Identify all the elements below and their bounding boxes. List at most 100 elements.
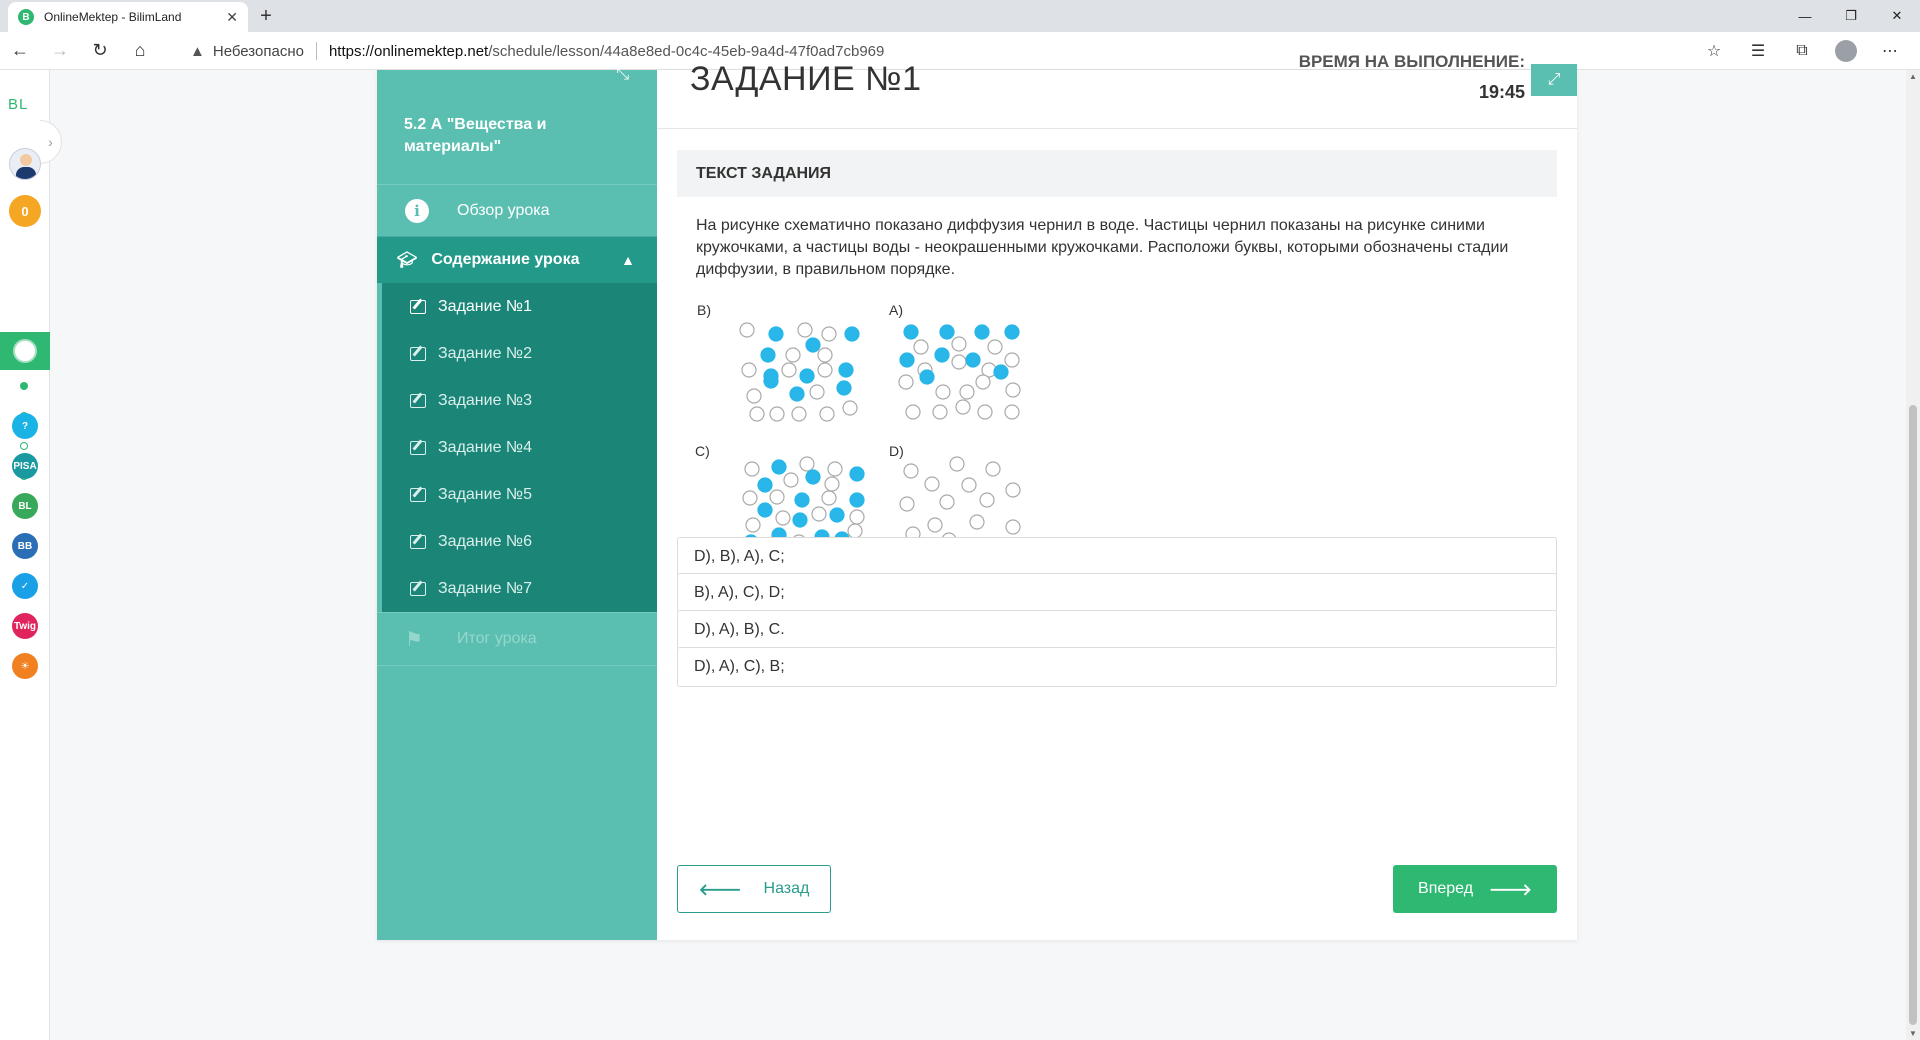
answer-option-3[interactable]: D), A), B), C. (677, 610, 1557, 650)
timer-value: 19:45 (1478, 82, 1525, 102)
minimize-icon[interactable]: — (1782, 0, 1828, 32)
lesson-sidebar: ⤡ 5.2 А "Вещества и материалы" i Обзор у… (377, 66, 657, 940)
online-mektep-app-icon[interactable] (0, 332, 50, 370)
water-particle-c (824, 476, 840, 492)
water-particle-c (849, 509, 865, 525)
new-tab-button[interactable]: + (254, 4, 278, 28)
browser-toolbar: ← → ↻ ⌂ ▲ Небезопасно https://onlinemekt… (0, 32, 1920, 70)
ink-particle-a (934, 347, 950, 363)
water-particle-b (739, 322, 755, 338)
arrow-left-icon: 🡐 (698, 881, 742, 899)
sidebar-item-contents[interactable]: 🎓︎ Содержание урока ▲ (377, 236, 657, 283)
sidebar-task-4[interactable]: Задание №4 (382, 424, 657, 471)
edit-icon (410, 534, 426, 549)
scroll-down-icon[interactable]: ▼ (1909, 1029, 1917, 1038)
sidebar-task-1[interactable]: Задание №1 (382, 283, 657, 330)
course-title: 5.2 А "Вещества и материалы" (404, 116, 547, 155)
coins-badge[interactable]: 0 (9, 195, 41, 227)
browser-titlebar: B OnlineMektep - BilimLand ✕ + — ❐ ✕ (0, 0, 1920, 32)
next-button[interactable]: Вперед 🡒 (1393, 865, 1557, 913)
water-particle-a (975, 374, 991, 390)
rail-app-7-icon[interactable]: ☀ (12, 653, 38, 679)
browser-tab[interactable]: B OnlineMektep - BilimLand ✕ (8, 2, 248, 32)
page-title: ЗАДАНИЕ №1 (690, 60, 922, 98)
next-label: Вперед (1418, 880, 1474, 897)
expand-rail-chevron-icon[interactable]: › (40, 120, 62, 164)
scrollbar-thumb[interactable] (1909, 405, 1917, 1025)
back-label: Назад (763, 880, 810, 897)
water-particle-d (924, 476, 940, 492)
forward-arrow-icon[interactable]: → (40, 32, 80, 70)
rail-app-5-icon[interactable]: ✓ (12, 573, 38, 599)
rail-app-6-icon[interactable]: Twig (12, 613, 38, 639)
back-button[interactable]: 🡐 Назад (677, 865, 831, 913)
water-particle-a (905, 404, 921, 420)
reload-icon[interactable]: ↻ (80, 32, 120, 70)
task-label: Задание №3 (438, 391, 532, 409)
water-particle-a (959, 384, 975, 400)
ink-particle-a (939, 324, 955, 340)
water-particle-c (745, 517, 761, 533)
rail-dot-3[interactable] (20, 442, 28, 450)
rail-app-3-icon[interactable]: BL (12, 493, 38, 519)
sidebar-task-3[interactable]: Задание №3 (382, 377, 657, 424)
rail-dot-1[interactable] (20, 382, 28, 390)
url-text: https://onlinemektep.net/schedule/lesson… (329, 43, 884, 60)
water-particle-a (913, 339, 929, 355)
profile-icon[interactable] (1824, 40, 1868, 62)
favorite-star-icon[interactable]: ☆ (1692, 41, 1736, 61)
window-controls: — ❐ ✕ (1782, 0, 1920, 32)
answer-option-2[interactable]: B), A), C), D; (677, 573, 1557, 613)
water-particle-b (821, 326, 837, 342)
warning-icon: ▲ (190, 42, 205, 60)
left-rail: BL › 0 ? PISA BL BB ✓ Twig ☀ (0, 70, 62, 1040)
sidebar-task-6[interactable]: Задание №6 (382, 518, 657, 565)
favorites-list-icon[interactable]: ☰ (1736, 41, 1780, 61)
url-path: /schedule/lesson/44a8e8ed-0c4c-45eb-9a4d… (488, 42, 885, 60)
sidebar-task-5[interactable]: Задание №5 (382, 471, 657, 518)
ink-particle-b (789, 386, 805, 402)
user-avatar[interactable] (9, 148, 41, 180)
page-scrollbar[interactable]: ▲ ▼ (1906, 70, 1920, 1040)
more-menu-icon[interactable]: ⋯ (1868, 41, 1912, 61)
lesson-panel: ⤡ 5.2 А "Вещества и материалы" i Обзор у… (377, 52, 1577, 940)
water-particle-b (749, 406, 765, 422)
arrow-right-icon: 🡒 (1489, 881, 1532, 899)
ink-particle-a (974, 324, 990, 340)
water-particle-c (847, 523, 863, 539)
answer-option-4[interactable]: D), A), C), B; (677, 647, 1557, 687)
rail-help-icon[interactable]: ? (12, 413, 38, 439)
toolbar-actions: ☆ ☰ ⧉ ⋯ (1692, 32, 1912, 70)
summary-label: Итог урока (457, 630, 537, 647)
water-particle-a (987, 339, 1003, 355)
bl-logo[interactable]: BL (8, 96, 28, 113)
ink-particle-b (760, 347, 776, 363)
scroll-up-icon[interactable]: ▲ (1909, 72, 1917, 81)
sidebar-item-summary[interactable]: ⚑ Итог урока (377, 612, 657, 666)
sidebar-task-7[interactable]: Задание №7 (382, 565, 657, 612)
water-particle-c (744, 461, 760, 477)
timer-label: ВРЕМЯ НА ВЫПОЛНЕНИЕ: (1298, 52, 1525, 71)
close-tab-icon[interactable]: ✕ (226, 9, 238, 26)
fullscreen-icon[interactable]: ⤢ (1531, 64, 1577, 96)
rail-app-4-icon[interactable]: BB (12, 533, 38, 559)
collections-icon[interactable]: ⧉ (1780, 42, 1824, 60)
water-particle-d (949, 456, 965, 472)
rail-app-2-icon[interactable]: PISA (12, 453, 38, 479)
close-window-icon[interactable]: ✕ (1874, 0, 1920, 32)
answer-option-1[interactable]: D), B), A), C; (677, 537, 1557, 577)
back-arrow-icon[interactable]: ← (0, 32, 40, 70)
edit-icon (410, 346, 426, 361)
sidebar-item-overview[interactable]: i Обзор урока (377, 184, 657, 236)
water-particle-a (932, 404, 948, 420)
water-particle-b (746, 388, 762, 404)
ink-particle-a (1004, 324, 1020, 340)
water-particle-d (927, 517, 943, 533)
restore-icon[interactable]: ❐ (1828, 0, 1874, 32)
task-label: Задание №6 (438, 532, 532, 550)
edit-icon (410, 393, 426, 408)
collapse-sidebar-icon[interactable]: ⤡ (616, 66, 629, 84)
ink-particle-c (771, 459, 787, 475)
home-icon[interactable]: ⌂ (120, 32, 160, 70)
sidebar-task-2[interactable]: Задание №2 (382, 330, 657, 377)
